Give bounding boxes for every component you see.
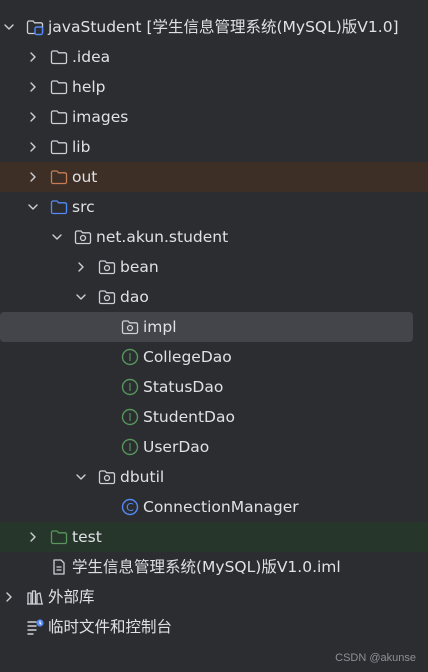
tree-node-label: UserDao [143, 438, 210, 456]
tree-node-bean[interactable]: bean [0, 252, 428, 282]
tree-node-label: lib [72, 138, 91, 156]
chevron-right-icon[interactable] [26, 140, 40, 154]
watermark: CSDN @akunse [335, 652, 416, 664]
interface-icon: I [121, 438, 139, 456]
tree-node-label: images [72, 108, 129, 126]
tree-node-label: test [72, 528, 102, 546]
tree-node-dao[interactable]: dao [0, 282, 428, 312]
tree-node-label: 学生信息管理系统(MySQL)版V1.0.iml [72, 558, 341, 576]
class-icon-glyph: C [126, 501, 134, 514]
tree-node-label: 外部库 [48, 588, 95, 606]
package-icon [74, 228, 92, 246]
tree-node-dbutil[interactable]: dbutil [0, 462, 428, 492]
tree-node-out[interactable]: out [0, 162, 428, 192]
tree-node-label: src [72, 198, 95, 216]
root-project-name: javaStudent [48, 18, 142, 36]
folder-icon [50, 78, 68, 96]
tree-node-user-dao[interactable]: I UserDao [0, 432, 428, 462]
tree-node-label: help [72, 78, 106, 96]
tree-node-package[interactable]: net.akun.student [0, 222, 428, 252]
tree-node-label: .idea [72, 48, 111, 66]
interface-icon-glyph: I [128, 441, 131, 454]
tree-node-student-dao[interactable]: I StudentDao [0, 402, 428, 432]
chevron-right-icon[interactable] [26, 530, 40, 544]
tree-node-college-dao[interactable]: I CollegeDao [0, 342, 428, 372]
chevron-right-icon[interactable] [26, 170, 40, 184]
tree-node-label: ConnectionManager [143, 498, 299, 516]
tree-node-label: StatusDao [143, 378, 224, 396]
folder-icon [50, 108, 68, 126]
source-folder-icon [50, 198, 68, 216]
tree-node-label: StudentDao [143, 408, 235, 426]
interface-icon-glyph: I [128, 411, 131, 424]
interface-icon: I [121, 348, 139, 366]
tree-node-label: bean [120, 258, 159, 276]
file-icon [50, 558, 68, 576]
tree-node-scratches[interactable]: 临时文件和控制台 [0, 612, 428, 642]
package-icon [98, 288, 116, 306]
package-icon [98, 258, 116, 276]
tree-node-label: impl [143, 318, 177, 336]
tree-node-root[interactable]: javaStudent [学生信息管理系统(MySQL)版V1.0] [0, 12, 428, 42]
interface-icon-glyph: I [128, 381, 131, 394]
chevron-right-icon[interactable] [26, 80, 40, 94]
tree-node-test[interactable]: test [0, 522, 428, 552]
test-folder-icon [50, 528, 68, 546]
chevron-right-icon[interactable] [74, 260, 88, 274]
tree-node-images[interactable]: images [0, 102, 428, 132]
interface-icon: I [121, 378, 139, 396]
tree-node-label: dbutil [120, 468, 165, 486]
library-icon [26, 588, 44, 606]
package-icon [98, 468, 116, 486]
tree-node-connection-manager[interactable]: C ConnectionManager [0, 492, 428, 522]
chevron-right-icon[interactable] [26, 50, 40, 64]
tree-node-src[interactable]: src [0, 192, 428, 222]
tree-node-impl[interactable]: impl [0, 312, 413, 342]
module-folder-icon [26, 18, 44, 36]
tree-node-idea[interactable]: .idea [0, 42, 428, 72]
project-tree: javaStudent [学生信息管理系统(MySQL)版V1.0] .idea… [0, 12, 428, 642]
tree-node-external-libraries[interactable]: 外部库 [0, 582, 428, 612]
tree-node-label: net.akun.student [96, 228, 229, 246]
tree-node-lib[interactable]: lib [0, 132, 428, 162]
root-project-title: [学生信息管理系统(MySQL)版V1.0] [146, 18, 399, 36]
folder-icon [50, 48, 68, 66]
chevron-right-icon[interactable] [2, 590, 16, 604]
scratches-icon [26, 618, 44, 636]
chevron-down-icon[interactable] [50, 230, 64, 244]
tree-node-label: CollegeDao [143, 348, 232, 366]
interface-icon-glyph: I [128, 351, 131, 364]
chevron-down-icon[interactable] [26, 200, 40, 214]
tree-node-label: out [72, 168, 98, 186]
tree-node-help[interactable]: help [0, 72, 428, 102]
chevron-down-icon[interactable] [74, 290, 88, 304]
interface-icon: I [121, 408, 139, 426]
class-icon: C [121, 498, 139, 516]
chevron-right-icon[interactable] [26, 110, 40, 124]
chevron-down-icon[interactable] [74, 470, 88, 484]
tree-node-iml-file[interactable]: 学生信息管理系统(MySQL)版V1.0.iml [0, 552, 428, 582]
tree-node-status-dao[interactable]: I StatusDao [0, 372, 428, 402]
package-icon [121, 318, 139, 336]
chevron-down-icon[interactable] [2, 20, 16, 34]
tree-node-label: dao [120, 288, 149, 306]
tree-node-label: 临时文件和控制台 [48, 618, 173, 636]
excluded-folder-icon [50, 168, 68, 186]
folder-icon [50, 138, 68, 156]
